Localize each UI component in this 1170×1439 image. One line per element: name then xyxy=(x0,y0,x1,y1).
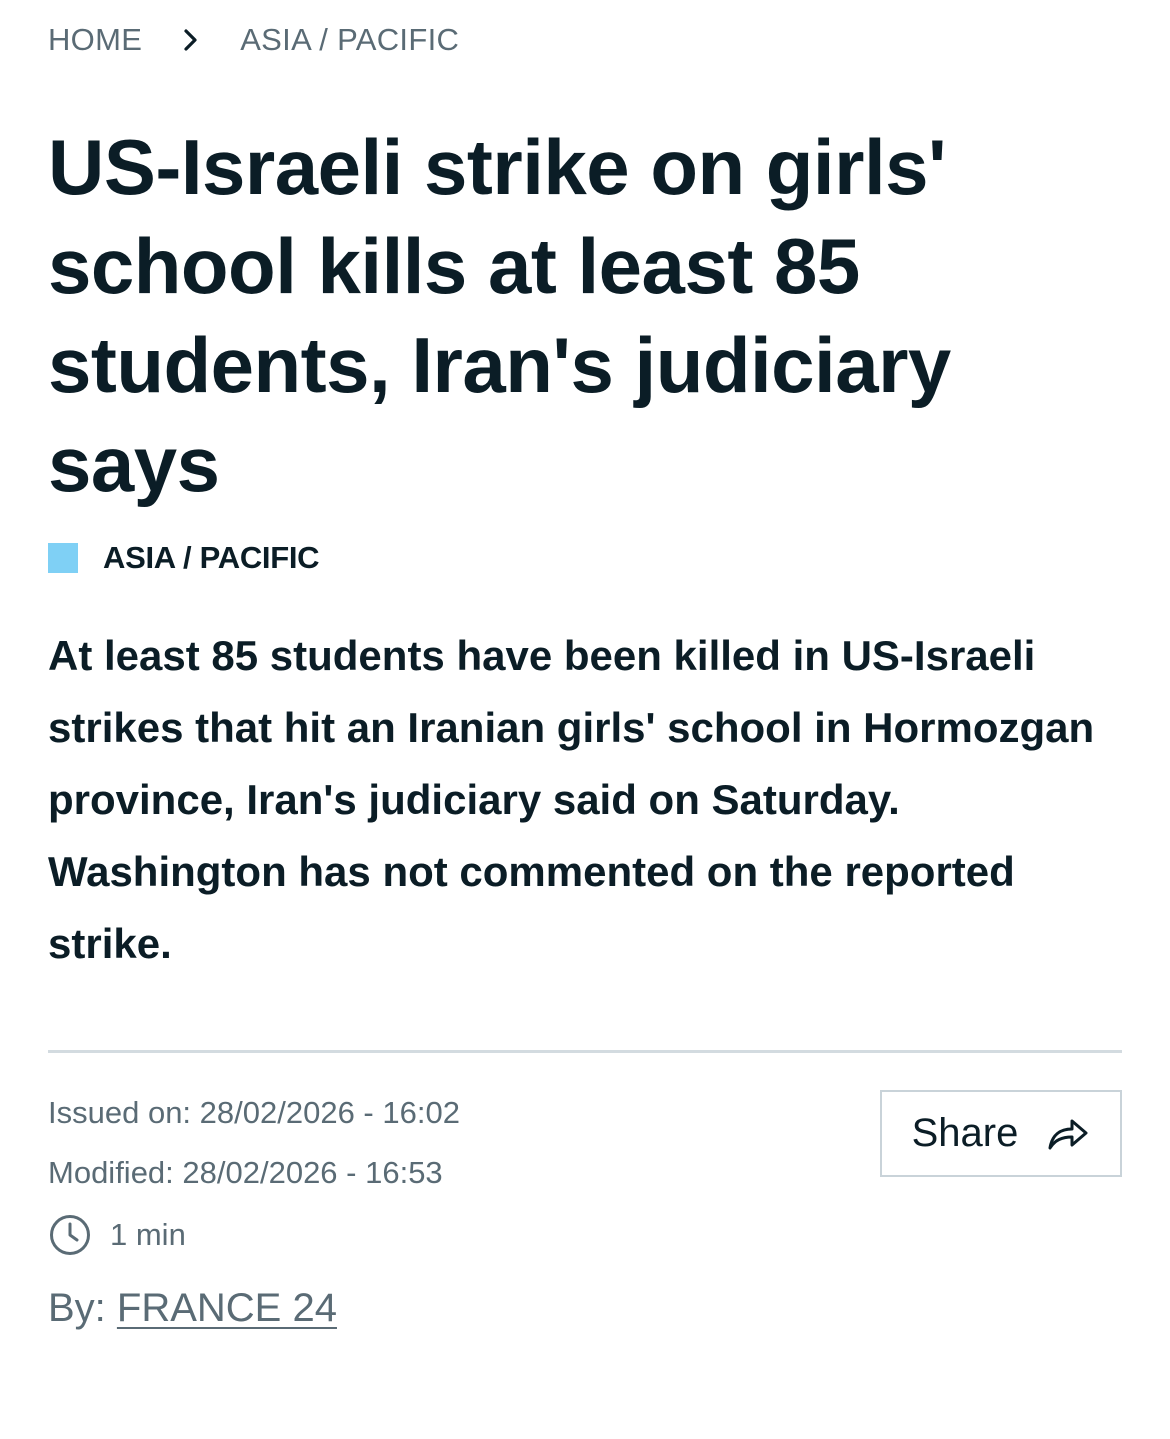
share-button[interactable]: Share xyxy=(880,1090,1122,1177)
share-label: Share xyxy=(911,1111,1019,1155)
article-lead: At least 85 students have been killed in… xyxy=(48,632,1095,967)
divider xyxy=(48,1050,1122,1053)
category-label: ASIA / PACIFIC xyxy=(103,540,320,575)
read-time: 1 min xyxy=(48,1213,186,1257)
breadcrumb-home-link[interactable]: HOME xyxy=(48,22,142,58)
author-link[interactable]: FRANCE 24 xyxy=(117,1286,337,1330)
byline: By: FRANCE 24 xyxy=(48,1286,337,1331)
modified-date: Modified: 28/02/2026 - 16:53 xyxy=(48,1155,443,1190)
chevron-right-icon xyxy=(180,28,202,52)
category-color-square xyxy=(48,543,78,573)
breadcrumb: HOME ASIA / PACIFIC xyxy=(48,22,459,58)
read-time-value: 1 min xyxy=(110,1217,186,1252)
share-arrow-icon xyxy=(1048,1119,1088,1149)
breadcrumb-section-link[interactable]: ASIA / PACIFIC xyxy=(240,22,459,58)
article-category[interactable]: ASIA / PACIFIC xyxy=(48,540,320,576)
clock-icon xyxy=(50,1215,90,1255)
article-headline: US-Israeli strike on girls' school kills… xyxy=(48,123,951,508)
byline-prefix: By: xyxy=(48,1286,117,1330)
issued-date: Issued on: 28/02/2026 - 16:02 xyxy=(48,1095,460,1130)
